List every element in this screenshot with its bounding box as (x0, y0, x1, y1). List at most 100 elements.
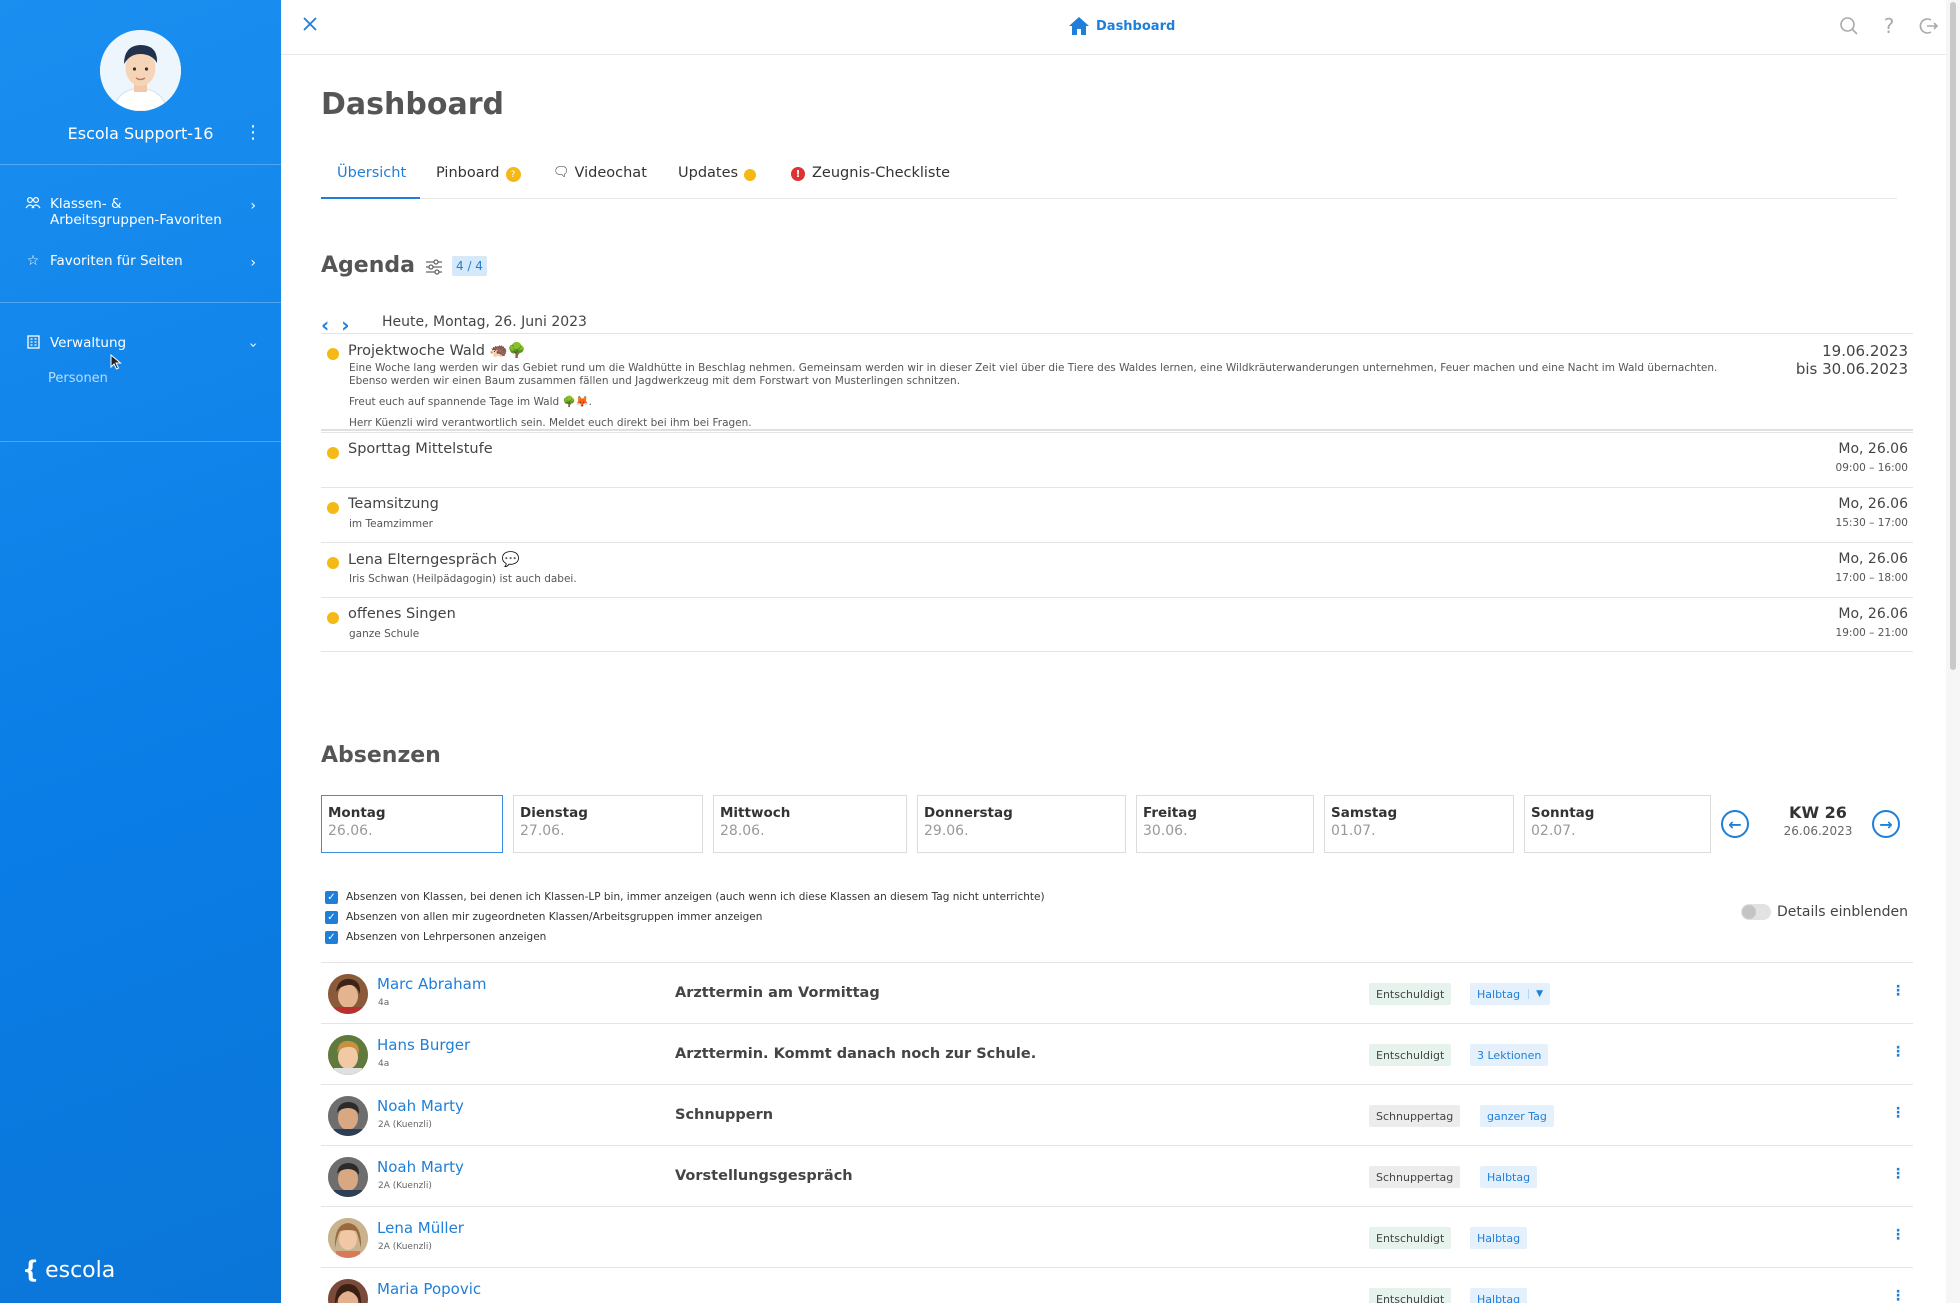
duration-badge[interactable]: ganzer Tag (1480, 1105, 1554, 1127)
table-row[interactable]: Marc Abraham 4a Arzttermin am Vormittag … (321, 962, 1913, 1023)
agenda-item-sub: im Teamzimmer (349, 518, 433, 530)
caret-down-icon[interactable]: ▼ (1528, 989, 1543, 999)
more-options-icon[interactable]: ⋮ (1891, 1166, 1905, 1182)
table-row[interactable]: Maria Popovic Entschuldigt Halbtag ⋮ (321, 1267, 1913, 1303)
agenda-item[interactable]: Teamsitzung im Teamzimmer Mo, 26.06 15:3… (321, 487, 1913, 542)
person-class: 4a (378, 1059, 390, 1069)
search-icon[interactable] (1838, 16, 1860, 41)
agenda-item-time: 15:30 – 17:00 (1835, 517, 1908, 529)
table-row[interactable]: Lena Müller 2A (Kuenzli) Entschuldigt Ha… (321, 1206, 1913, 1267)
absence-filters: ✓ Absenzen von Klassen, bei denen ich Kl… (325, 887, 1045, 947)
more-options-icon[interactable]: ⋮ (1891, 1288, 1905, 1303)
group-icon (24, 196, 42, 214)
sidebar: Escola Support-16 ⋮ Klassen- & Arbeitsgr… (0, 0, 281, 1303)
user-name: Escola Support-16 (67, 124, 214, 143)
avatar (328, 1218, 368, 1258)
person-name[interactable]: Lena Müller (377, 1219, 464, 1237)
person-name[interactable]: Hans Burger (377, 1036, 470, 1054)
day-saturday[interactable]: Samstag 01.07. (1324, 795, 1514, 853)
pinboard-badge: ? (505, 167, 521, 182)
table-row[interactable]: Hans Burger 4a Arzttermin. Kommt danach … (321, 1023, 1913, 1084)
agenda-item-date: Mo, 26.06 (1838, 441, 1908, 457)
arrow-right-circle-icon[interactable]: → (1872, 810, 1900, 838)
more-options-icon[interactable]: ⋮ (1891, 1105, 1905, 1121)
sidebar-item-verwaltung[interactable]: Verwaltung › (24, 335, 264, 353)
agenda-item-time: 19:00 – 21:00 (1835, 627, 1908, 639)
duration-badge[interactable]: Halbtag (1470, 1227, 1528, 1249)
day-thursday[interactable]: Donnerstag 29.06. (917, 795, 1126, 853)
agenda-item[interactable]: Lena Elterngespräch 💬 Iris Schwan (Heilp… (321, 542, 1913, 597)
escola-logo: { escola (22, 1256, 116, 1284)
absence-reason: Vorstellungsgespräch (675, 1168, 853, 1184)
agenda-item[interactable]: Projektwoche Wald 🦔🌳 Eine Woche lang wer… (321, 333, 1913, 431)
sidebar-item-favorites-pages[interactable]: ☆ Favoriten für Seiten › (24, 253, 264, 271)
day-monday[interactable]: Montag 26.06. (321, 795, 503, 853)
mouse-cursor-icon (110, 354, 122, 370)
sidebar-item-favorites-groups[interactable]: Klassen- & Arbeitsgruppen-Favoriten › (24, 196, 264, 228)
checkbox-checked-icon[interactable]: ✓ (325, 890, 338, 904)
duration-select[interactable]: Halbtag ▼ (1470, 983, 1551, 1005)
sidebar-item-label: Verwaltung (50, 335, 127, 351)
user-menu-icon[interactable]: ⋮ (244, 122, 262, 143)
scrollbar-thumb[interactable] (1950, 2, 1956, 670)
logout-icon[interactable] (1918, 16, 1940, 41)
help-icon[interactable]: ? (1878, 16, 1900, 41)
tab-updates[interactable]: Updates (678, 155, 757, 199)
tab-videochat[interactable]: 🗨 Videochat (553, 155, 647, 199)
table-row[interactable]: Noah Marty 2A (Kuenzli) Schnuppern Schnu… (321, 1084, 1913, 1145)
status-dot (327, 447, 339, 459)
filter-icon[interactable] (425, 258, 443, 276)
close-icon[interactable] (301, 14, 323, 36)
agenda-item-title: Teamsitzung (348, 496, 439, 512)
details-toggle[interactable]: Details einblenden (1741, 904, 1908, 920)
agenda-item-date-end: bis 30.06.2023 (1795, 360, 1908, 378)
duration-badge[interactable]: 3 Lektionen (1470, 1044, 1549, 1066)
more-options-icon[interactable]: ⋮ (1891, 1044, 1905, 1060)
status-badge: Entschuldigt (1369, 1288, 1452, 1303)
status-badge: Schnuppertag (1369, 1105, 1461, 1127)
more-options-icon[interactable]: ⋮ (1891, 1227, 1905, 1243)
checkbox-teachers[interactable]: ✓ Absenzen von Lehrpersonen anzeigen (325, 927, 1045, 947)
checkbox-checked-icon[interactable]: ✓ (325, 910, 338, 924)
breadcrumb[interactable]: Dashboard (1068, 16, 1175, 36)
more-options-icon[interactable]: ⋮ (1891, 983, 1905, 999)
sidebar-item-label: Favoriten für Seiten (50, 253, 183, 269)
checkbox-checked-icon[interactable]: ✓ (325, 930, 338, 944)
day-sunday[interactable]: Sonntag 02.07. (1524, 795, 1711, 853)
person-class: 2A (Kuenzli) (378, 1242, 432, 1252)
person-name[interactable]: Noah Marty (377, 1097, 464, 1115)
agenda-item[interactable]: offenes Singen ganze Schule Mo, 26.06 19… (321, 597, 1913, 652)
agenda-today: Heute, Montag, 26. Juni 2023 (382, 314, 587, 330)
day-wednesday[interactable]: Mittwoch 28.06. (713, 795, 907, 853)
chevron-down-icon: › (245, 342, 262, 348)
absence-reason: Arzttermin. Kommt danach noch zur Schule… (675, 1046, 1037, 1062)
person-name[interactable]: Marc Abraham (377, 975, 486, 993)
tab-uebersicht[interactable]: Übersicht (321, 155, 420, 199)
day-tuesday[interactable]: Dienstag 27.06. (513, 795, 703, 853)
duration-badge[interactable]: Halbtag (1470, 1288, 1528, 1303)
day-friday[interactable]: Freitag 30.06. (1136, 795, 1314, 853)
agenda-item[interactable]: Sporttag Mittelstufe Mo, 26.06 09:00 – 1… (321, 432, 1913, 487)
sidebar-subitem-personen[interactable]: Personen (48, 371, 108, 386)
toggle-switch[interactable] (1741, 904, 1771, 920)
person-name[interactable]: Maria Popovic (377, 1280, 481, 1298)
checkbox-assigned-groups[interactable]: ✓ Absenzen von allen mir zugeordneten Kl… (325, 907, 1045, 927)
checkbox-class-lp[interactable]: ✓ Absenzen von Klassen, bei denen ich Kl… (325, 887, 1045, 907)
agenda-count-badge[interactable]: 4 / 4 (452, 256, 487, 276)
agenda-item-desc: Freut euch auf spannende Tage im Wald 🌳🦊… (349, 396, 592, 408)
absences-title: Absenzen (321, 743, 441, 768)
duration-badge[interactable]: Halbtag (1480, 1166, 1538, 1188)
person-name[interactable]: Noah Marty (377, 1158, 464, 1176)
user-avatar[interactable] (100, 30, 181, 111)
tab-pinboard[interactable]: Pinboard ? (436, 155, 521, 199)
avatar (328, 1035, 368, 1075)
agenda-item-title: Projektwoche Wald 🦔🌳 (348, 343, 526, 359)
status-dot (327, 348, 339, 360)
table-row[interactable]: Noah Marty 2A (Kuenzli) Vorstellungsgesp… (321, 1145, 1913, 1206)
arrow-left-circle-icon[interactable]: ← (1721, 810, 1749, 838)
updates-dot (744, 169, 757, 181)
agenda-title: Agenda (321, 253, 415, 278)
scrollbar[interactable] (1946, 0, 1960, 1303)
agenda-item-desc: Ebenso werden wir einen Baum zusammen fä… (349, 375, 961, 387)
tab-zeugnis-checkliste[interactable]: ! Zeugnis-Checkliste (791, 155, 950, 199)
